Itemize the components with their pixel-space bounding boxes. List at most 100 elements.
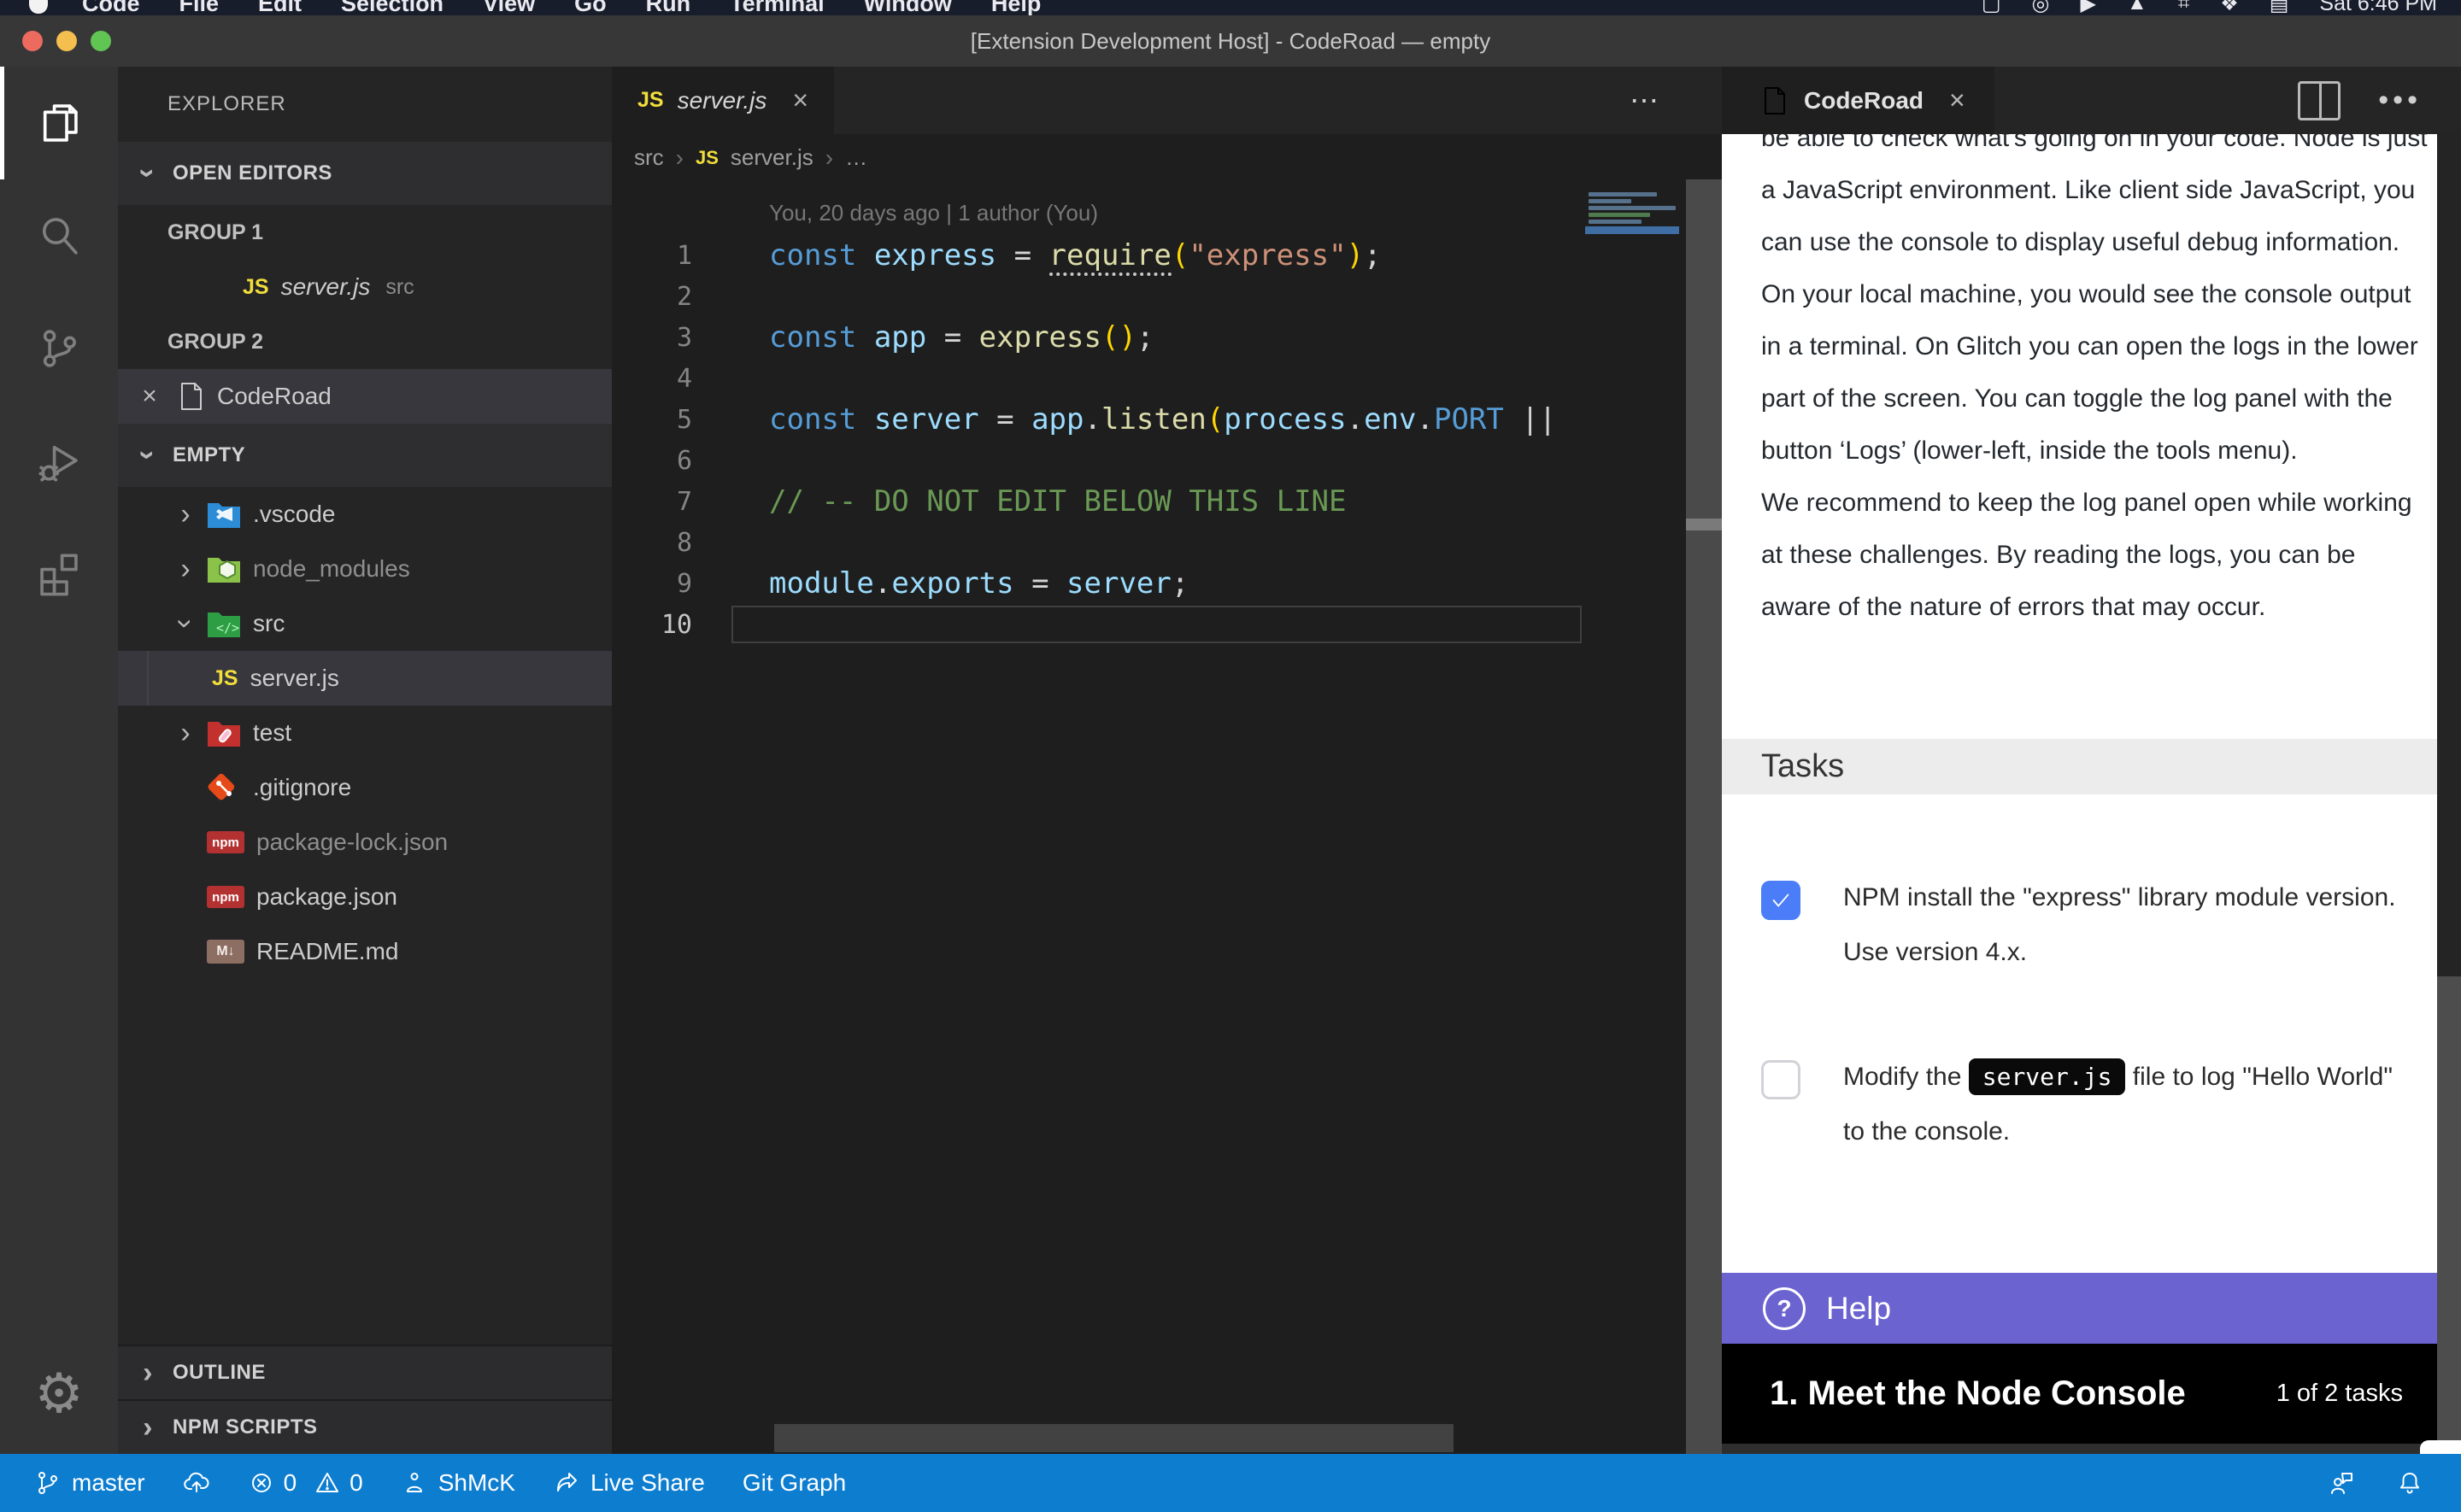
chevron-down-icon: › bbox=[133, 441, 162, 470]
open-editor-serverjs[interactable]: JS server.js src bbox=[118, 260, 612, 314]
branch-icon bbox=[34, 1469, 62, 1497]
menu-edit[interactable]: Edit bbox=[258, 0, 302, 15]
cloud-upload-icon bbox=[183, 1469, 210, 1497]
menu-terminal[interactable]: Terminal bbox=[730, 0, 825, 15]
feedback-status[interactable] bbox=[2328, 1469, 2355, 1497]
current-line: 10 bbox=[612, 604, 1686, 645]
project-section-header[interactable]: › EMPTY bbox=[118, 424, 612, 487]
git-branch-status[interactable]: master bbox=[34, 1469, 145, 1497]
vscode-window: Code File Edit Selection View Go Run Ter… bbox=[0, 0, 2461, 1512]
checkbox-checked-icon[interactable] bbox=[1761, 881, 1800, 920]
breadcrumb-src[interactable]: src bbox=[634, 144, 664, 171]
menubar-clock[interactable]: Sat 6:46 PM bbox=[2319, 0, 2437, 15]
tab-serverjs[interactable]: JS server.js × bbox=[612, 67, 834, 134]
problems-status[interactable]: 0 0 bbox=[248, 1469, 363, 1497]
help-bar[interactable]: ? Help bbox=[1722, 1273, 2437, 1344]
breadcrumb-symbol[interactable]: … bbox=[845, 144, 867, 171]
menubar-status-icon[interactable]: ▲ bbox=[2127, 0, 2147, 15]
js-file-icon: JS bbox=[243, 275, 269, 300]
src-folder-icon: </> bbox=[207, 609, 241, 638]
chevron-right-icon: › bbox=[171, 718, 200, 747]
scrollbar-thumb[interactable] bbox=[2437, 976, 2461, 1454]
menu-view[interactable]: View bbox=[483, 0, 535, 15]
editor-actions-more-icon[interactable]: ⋯ bbox=[1630, 67, 1662, 134]
panel-scrollbar-strip[interactable] bbox=[1686, 67, 1722, 1454]
tree-item-package-lock[interactable]: npm package-lock.json bbox=[118, 815, 612, 870]
menubar-status-icon[interactable]: ▤ bbox=[2270, 0, 2289, 15]
sidebar-title: EXPLORER bbox=[118, 67, 612, 142]
open-editors-group2-label: GROUP 2 bbox=[118, 314, 612, 369]
menu-help[interactable]: Help bbox=[991, 0, 1042, 15]
tree-item-gitignore[interactable]: .gitignore bbox=[118, 760, 612, 815]
split-editor-icon[interactable] bbox=[2298, 81, 2341, 120]
npm-icon: npm bbox=[207, 886, 244, 908]
window-title: [Extension Development Host] - CodeRoad … bbox=[0, 28, 2461, 55]
task-progress-badge: 1 of 2 tasks bbox=[2276, 1380, 2403, 1408]
settings-gear-icon[interactable]: ⚙ bbox=[0, 1334, 118, 1454]
apple-logo-icon[interactable] bbox=[29, 0, 48, 14]
webview-scrollbar[interactable] bbox=[2437, 134, 2461, 1454]
tasks-section-header: Tasks bbox=[1722, 739, 2437, 794]
menu-code[interactable]: Code bbox=[82, 0, 140, 15]
chevron-right-icon: › bbox=[133, 1358, 162, 1387]
tree-item-src[interactable]: › </> src bbox=[118, 596, 612, 651]
search-icon[interactable] bbox=[0, 179, 118, 292]
explorer-icon[interactable] bbox=[0, 67, 118, 179]
tab-coderoad[interactable]: CodeRoad × bbox=[1722, 67, 1994, 134]
vscode-folder-icon bbox=[207, 500, 241, 529]
menu-go[interactable]: Go bbox=[574, 0, 607, 15]
npm-icon: npm bbox=[207, 831, 244, 853]
open-editors-header[interactable]: › OPEN EDITORS bbox=[118, 142, 612, 205]
lesson-footer[interactable]: 1. Meet the Node Console 1 of 2 tasks bbox=[1722, 1344, 2437, 1444]
minimap[interactable] bbox=[1585, 181, 1683, 1454]
npm-scripts-section-header[interactable]: › NPM SCRIPTS bbox=[118, 1399, 612, 1454]
panel-more-icon[interactable]: ••• bbox=[2378, 84, 2422, 117]
source-control-icon[interactable] bbox=[0, 292, 118, 405]
extensions-icon[interactable] bbox=[0, 518, 118, 630]
tree-item-node-modules[interactable]: › node_modules bbox=[118, 542, 612, 596]
chevron-down-icon: › bbox=[171, 609, 200, 638]
menu-window[interactable]: Window bbox=[864, 0, 952, 15]
tree-item-vscode[interactable]: › .vscode bbox=[118, 487, 612, 542]
file-path-detail: src bbox=[385, 275, 414, 300]
menubar-status-icon[interactable]: ⌗ bbox=[2178, 0, 2190, 15]
coderoad-webview: be able to check what's going on in your… bbox=[1722, 134, 2461, 1454]
close-icon[interactable]: × bbox=[135, 382, 164, 411]
tree-item-serverjs[interactable]: JS server.js bbox=[118, 651, 612, 706]
menubar-status-icon[interactable]: ▶ bbox=[2080, 0, 2095, 15]
code-editor[interactable]: You, 20 days ago | 1 author (You) 1const… bbox=[612, 181, 1686, 1454]
menu-selection[interactable]: Selection bbox=[341, 0, 443, 15]
menubar-status-icon[interactable]: ❖ bbox=[2220, 0, 2239, 15]
scrollbar-thumb[interactable] bbox=[1686, 519, 1722, 530]
tree-item-readme[interactable]: M↓ README.md bbox=[118, 924, 612, 979]
markdown-icon: M↓ bbox=[207, 940, 244, 964]
live-share-icon bbox=[553, 1469, 580, 1497]
tree-item-test[interactable]: › test bbox=[118, 706, 612, 760]
notifications-status[interactable] bbox=[2396, 1469, 2423, 1497]
live-share-status[interactable]: Live Share bbox=[553, 1469, 705, 1497]
run-debug-icon[interactable] bbox=[0, 405, 118, 518]
close-tab-icon[interactable]: × bbox=[792, 85, 808, 116]
window-title-bar: [Extension Development Host] - CodeRoad … bbox=[0, 15, 2461, 67]
menubar-status-icon[interactable]: ◎ bbox=[2032, 0, 2050, 15]
horizontal-scrollbar[interactable] bbox=[774, 1424, 1454, 1452]
open-editor-coderoad[interactable]: × CodeRoad bbox=[118, 369, 612, 424]
menubar-status-icon[interactable]: ▢ bbox=[1982, 0, 2001, 15]
close-tab-icon[interactable]: × bbox=[1949, 85, 1965, 116]
outline-section-header[interactable]: › OUTLINE bbox=[118, 1345, 612, 1399]
breadcrumb[interactable]: src › JS server.js › … bbox=[612, 134, 1686, 181]
git-graph-status[interactable]: Git Graph bbox=[743, 1469, 846, 1497]
help-question-icon: ? bbox=[1763, 1287, 1806, 1330]
open-editors-group1-label: GROUP 1 bbox=[118, 205, 612, 260]
user-status[interactable]: ShMcK bbox=[401, 1469, 515, 1497]
menu-run[interactable]: Run bbox=[646, 0, 690, 15]
breadcrumb-file[interactable]: server.js bbox=[731, 144, 813, 171]
editor-group: JS server.js × ⋯ src › JS server.js › … … bbox=[612, 67, 1686, 1454]
menu-file[interactable]: File bbox=[179, 0, 220, 15]
sync-status[interactable] bbox=[183, 1469, 210, 1497]
tree-item-package-json[interactable]: npm package.json bbox=[118, 870, 612, 924]
checkbox-unchecked-icon[interactable] bbox=[1761, 1060, 1800, 1099]
person-icon bbox=[401, 1469, 428, 1497]
lesson-paragraph: be able to check what's going on in your… bbox=[1722, 134, 2437, 633]
panel-tab-bar: CodeRoad × ••• bbox=[1722, 67, 2461, 134]
